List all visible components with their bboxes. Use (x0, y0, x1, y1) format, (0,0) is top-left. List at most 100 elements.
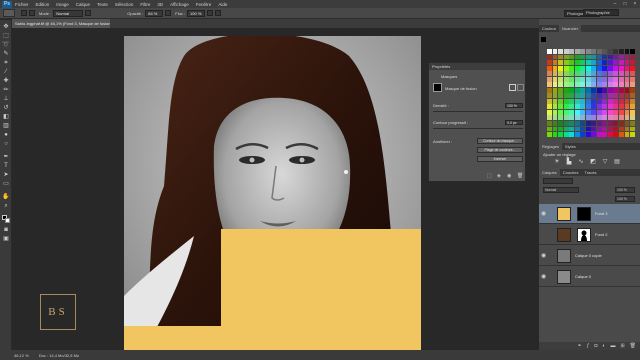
color-swatch[interactable] (602, 87, 608, 93)
color-swatch[interactable] (596, 120, 602, 126)
brush-preset-icon[interactable] (3, 9, 15, 17)
color-swatch[interactable] (585, 126, 591, 132)
menu-affichage[interactable]: Affichage (170, 2, 189, 7)
color-swatch[interactable] (585, 60, 591, 65)
color-swatch[interactable] (607, 126, 613, 132)
adjustment-layer-icon[interactable]: ◐ (602, 342, 605, 350)
foreground-color-swatch[interactable] (541, 37, 546, 42)
opacity-pen-icon[interactable] (165, 10, 172, 16)
color-swatch[interactable] (563, 115, 569, 121)
color-swatch[interactable] (569, 115, 575, 121)
color-swatch[interactable] (585, 82, 591, 88)
color-swatch[interactable] (602, 104, 608, 110)
color-swatch[interactable] (580, 115, 586, 121)
color-swatch[interactable] (596, 54, 602, 60)
color-swatch[interactable] (563, 49, 569, 54)
screen-mode-icon[interactable]: ▣ (2, 236, 10, 243)
color-swatch[interactable] (602, 82, 608, 88)
color-swatch[interactable] (563, 98, 569, 104)
color-swatch[interactable] (547, 49, 552, 54)
delete-mask-icon[interactable]: 🗑 (517, 173, 523, 179)
color-swatch[interactable] (618, 93, 624, 99)
color-swatch[interactable] (574, 87, 580, 93)
color-swatch[interactable] (574, 98, 580, 104)
color-swatch[interactable] (585, 109, 591, 115)
color-swatch[interactable] (547, 54, 552, 60)
color-swatch[interactable] (596, 132, 602, 137)
color-swatch[interactable] (607, 60, 613, 65)
color-swatch[interactable] (596, 115, 602, 121)
color-swatch[interactable] (624, 54, 630, 60)
color-swatch[interactable] (618, 132, 624, 137)
color-swatch[interactable] (596, 109, 602, 115)
color-swatch[interactable] (585, 65, 591, 71)
color-swatch[interactable] (569, 109, 575, 115)
color-swatch[interactable] (574, 120, 580, 126)
tab-couleur[interactable]: Couleur (539, 25, 559, 32)
color-swatch[interactable] (607, 49, 613, 54)
color-swatch[interactable] (607, 120, 613, 126)
color-swatch[interactable] (574, 82, 580, 88)
color-swatch[interactable] (563, 60, 569, 65)
lasso-tool-icon[interactable]: ➰ (2, 42, 10, 49)
color-swatch[interactable] (624, 82, 630, 88)
path-select-tool-icon[interactable]: ➤ (2, 172, 10, 179)
color-swatch[interactable] (630, 60, 635, 65)
color-swatch[interactable] (580, 60, 586, 65)
exposure-icon[interactable]: ◩ (589, 159, 597, 166)
color-swatch[interactable] (585, 76, 591, 82)
color-swatch[interactable] (580, 71, 586, 77)
color-swatch[interactable] (585, 87, 591, 93)
color-swatch[interactable] (624, 71, 630, 77)
color-swatch[interactable] (602, 120, 608, 126)
menu-filtre[interactable]: Filtre (140, 2, 150, 7)
color-swatch[interactable] (574, 65, 580, 71)
color-swatch[interactable] (613, 126, 619, 132)
color-swatch[interactable] (574, 76, 580, 82)
color-swatch[interactable] (569, 120, 575, 126)
blend-mode-select[interactable]: Normal (543, 187, 579, 193)
color-swatch[interactable] (596, 87, 602, 93)
color-swatch[interactable] (591, 82, 597, 88)
color-swatch[interactable] (580, 120, 586, 126)
color-swatch[interactable] (624, 60, 630, 65)
color-swatch[interactable] (607, 82, 613, 88)
color-swatch[interactable] (618, 104, 624, 110)
color-swatch[interactable] (602, 71, 608, 77)
color-swatch[interactable] (547, 109, 552, 115)
color-swatch[interactable] (613, 115, 619, 121)
color-swatch[interactable] (618, 87, 624, 93)
layer-row[interactable]: ◉ Fond 3 (539, 204, 640, 224)
color-swatch[interactable] (602, 54, 608, 60)
color-swatch[interactable] (552, 60, 558, 65)
color-swatch[interactable] (563, 87, 569, 93)
color-swatch[interactable] (624, 93, 630, 99)
tab-styles[interactable]: Styles (562, 143, 579, 150)
color-swatch[interactable] (552, 132, 558, 137)
color-swatch[interactable] (574, 49, 580, 54)
color-swatch[interactable] (585, 49, 591, 54)
color-swatch[interactable] (558, 82, 564, 88)
color-swatch[interactable] (624, 49, 630, 54)
color-swatch[interactable] (558, 109, 564, 115)
feather-slider[interactable] (433, 128, 523, 129)
color-swatch[interactable] (552, 109, 558, 115)
color-swatch[interactable] (580, 98, 586, 104)
maximize-button[interactable]: □ (620, 1, 630, 7)
minimize-button[interactable]: – (610, 1, 620, 7)
quick-mask-icon[interactable]: ◙ (2, 227, 10, 234)
menu-fichier[interactable]: Fichier (15, 2, 29, 7)
color-swatch[interactable] (596, 93, 602, 99)
color-swatch[interactable] (569, 104, 575, 110)
color-swatch[interactable] (585, 120, 591, 126)
add-mask-icon[interactable]: ◘ (594, 342, 597, 350)
color-swatch[interactable] (585, 115, 591, 121)
color-swatch[interactable] (558, 49, 564, 54)
fx-icon[interactable]: ƒ (587, 342, 590, 350)
marquee-tool-icon[interactable]: ⬚ (2, 33, 10, 40)
color-swatch[interactable] (558, 54, 564, 60)
color-swatch[interactable] (547, 93, 552, 99)
menu-aide[interactable]: Aide (218, 2, 227, 7)
color-swatch[interactable] (630, 104, 635, 110)
color-swatch[interactable] (613, 76, 619, 82)
